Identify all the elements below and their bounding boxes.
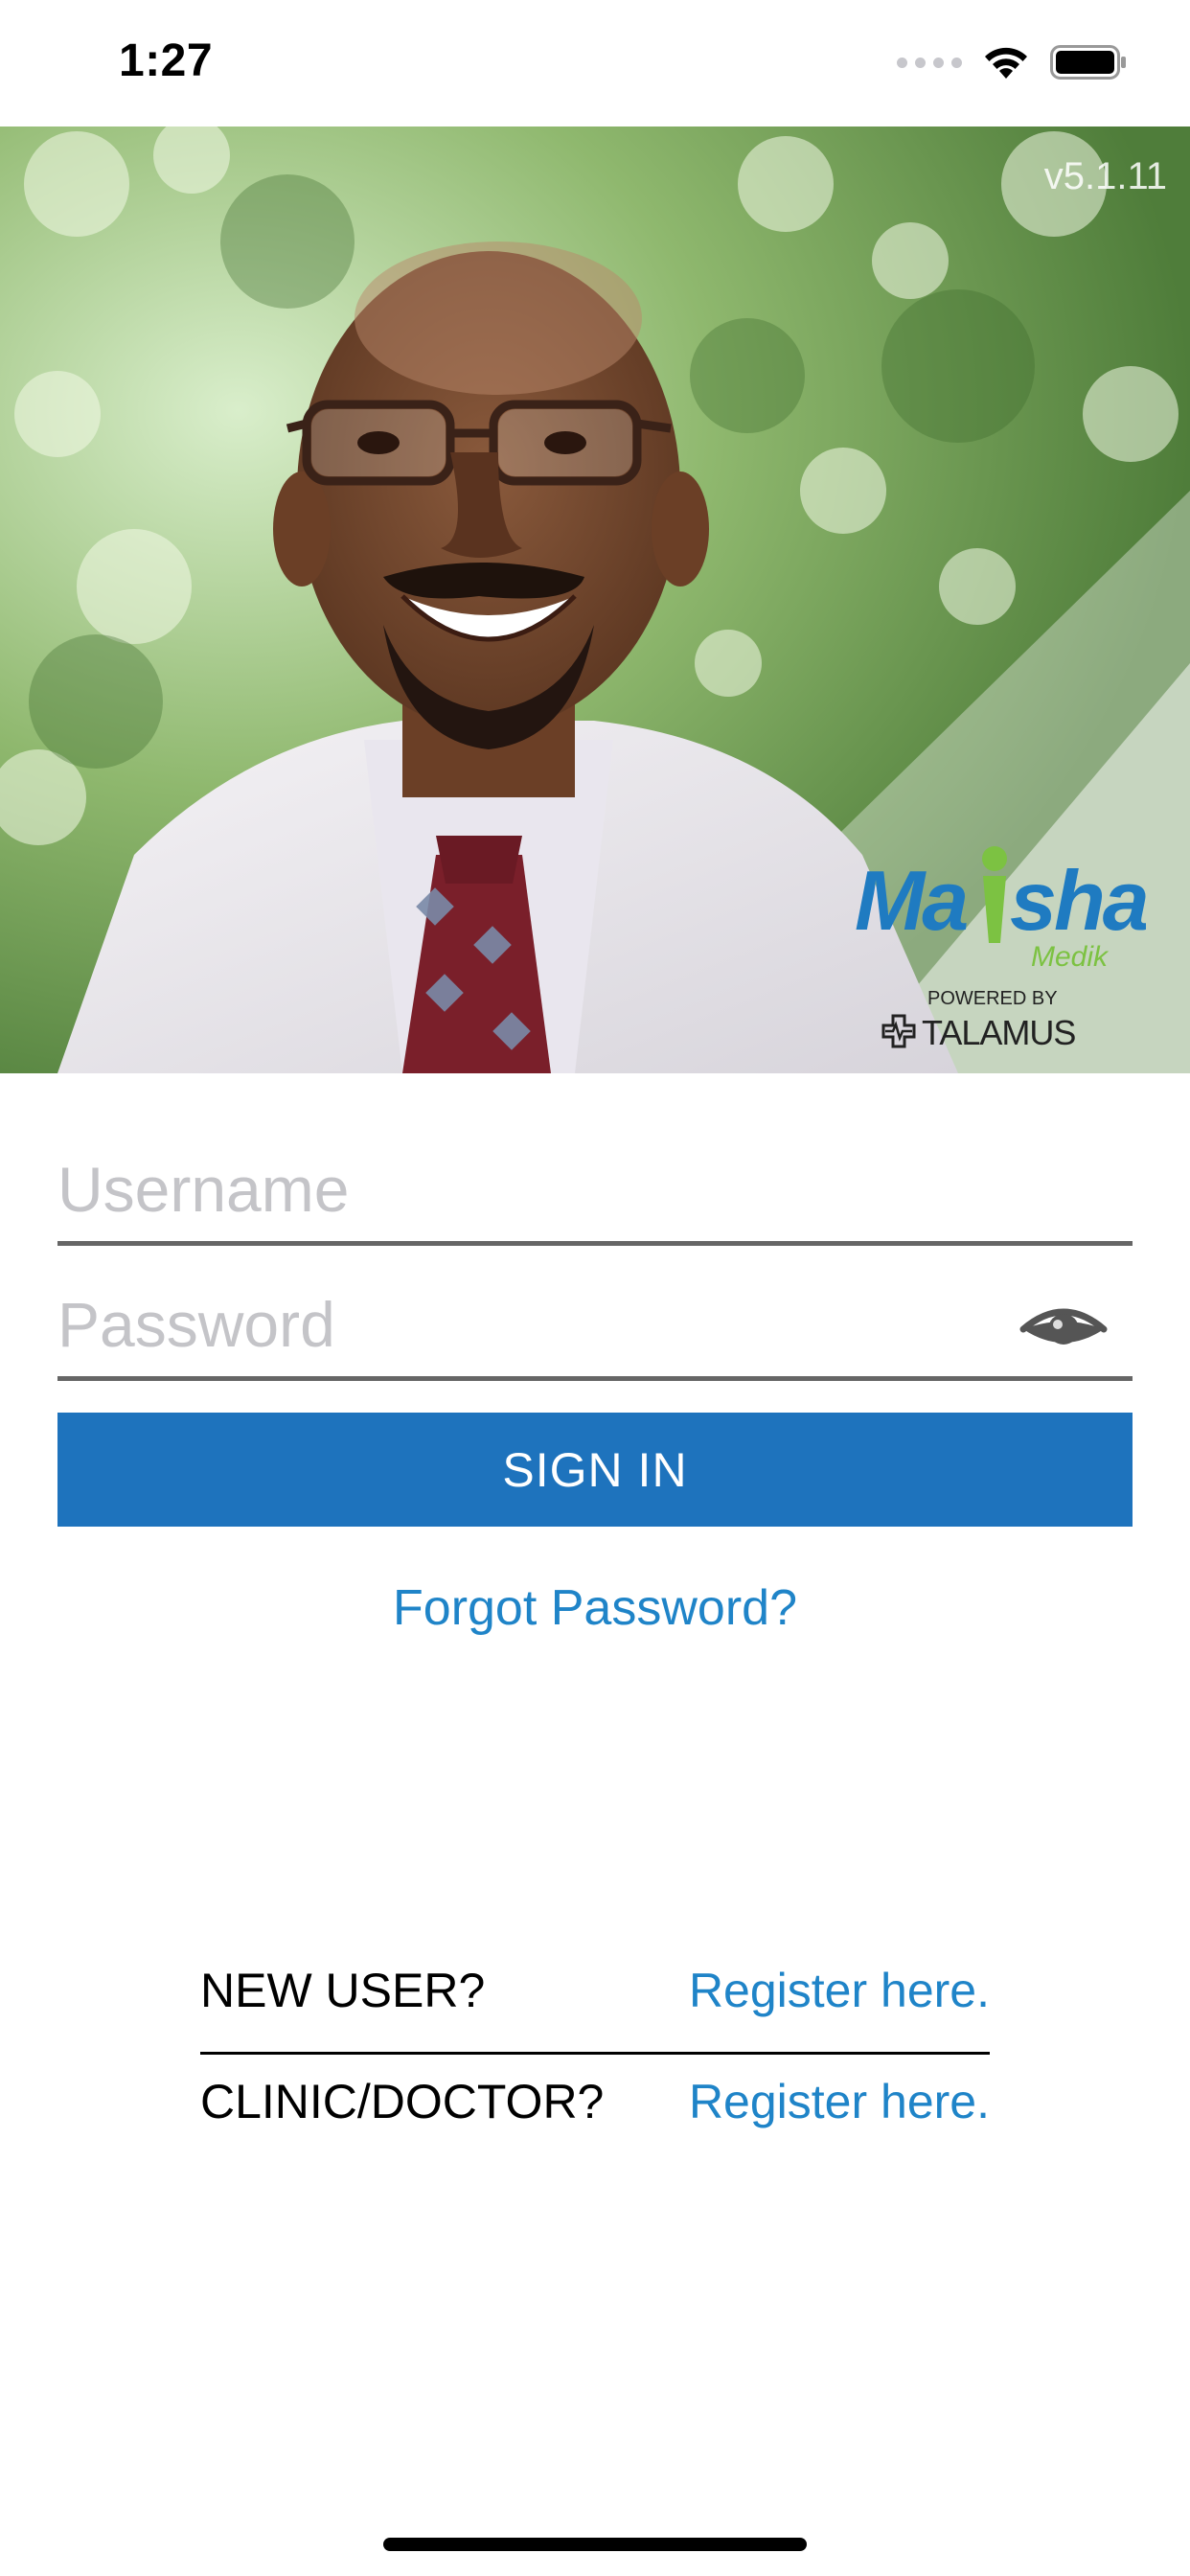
battery-icon bbox=[1050, 45, 1126, 80]
status-bar: 1:27 bbox=[0, 0, 1190, 126]
svg-text:POWERED BY: POWERED BY bbox=[927, 988, 1058, 1009]
svg-text:TALAMUS: TALAMUS bbox=[922, 1013, 1075, 1052]
password-field[interactable] bbox=[57, 1268, 1133, 1381]
forgot-password-link[interactable]: Forgot Password? bbox=[0, 1579, 1190, 1637]
svg-text:Medik: Medik bbox=[1031, 941, 1110, 973]
status-time: 1:27 bbox=[119, 35, 214, 86]
clinic-register-link[interactable]: Register here. bbox=[689, 2074, 990, 2129]
maisha-medik-logo: Ma sha Medik POWERED BY TALAMUS bbox=[855, 846, 1146, 1052]
signal-icon bbox=[897, 57, 962, 68]
login-screen: 1:27 v5.1.11 Ma sha Medik POWERED BY TAL… bbox=[0, 0, 1190, 2576]
status-icons bbox=[897, 44, 1127, 80]
home-indicator[interactable] bbox=[383, 2538, 807, 2551]
version-label: v5.1.11 bbox=[1043, 155, 1167, 197]
svg-text:Ma: Ma bbox=[855, 853, 967, 948]
sign-in-button[interactable]: SIGN IN bbox=[57, 1413, 1133, 1527]
clinic-doctor-label: CLINIC/DOCTOR? bbox=[200, 2075, 605, 2128]
new-user-label: NEW USER? bbox=[200, 1964, 486, 2017]
svg-text:sha: sha bbox=[1010, 853, 1146, 948]
clinic-doctor-row: CLINIC/DOCTOR? Register here. bbox=[200, 2055, 990, 2160]
eye-icon[interactable] bbox=[1018, 1300, 1110, 1358]
username-input[interactable] bbox=[57, 1146, 996, 1232]
hero-image: v5.1.11 Ma sha Medik POWERED BY TALAMUS bbox=[0, 126, 1190, 1073]
username-field[interactable] bbox=[57, 1133, 1133, 1246]
password-input[interactable] bbox=[57, 1281, 996, 1368]
wifi-icon bbox=[985, 47, 1027, 79]
new-user-register-link[interactable]: Register here. bbox=[689, 1963, 990, 2018]
new-user-row: NEW USER? Register here. bbox=[200, 1944, 990, 2049]
